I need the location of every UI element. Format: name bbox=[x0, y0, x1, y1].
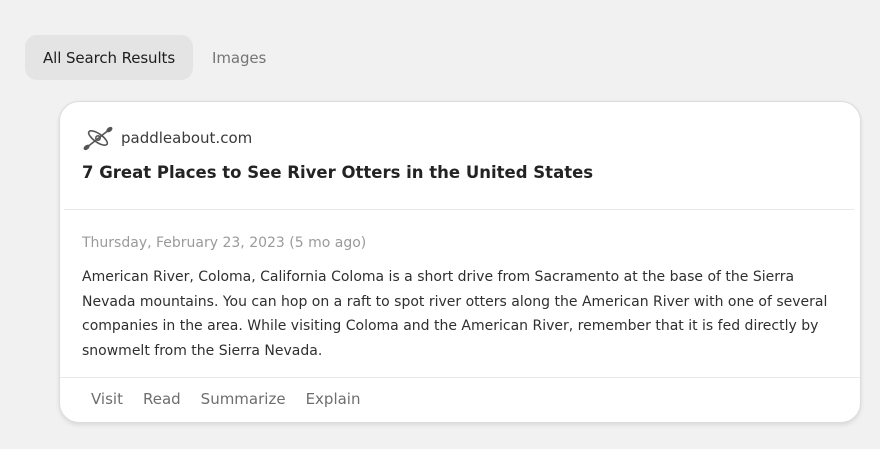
divider bbox=[60, 377, 860, 378]
divider bbox=[64, 209, 854, 210]
result-title[interactable]: 7 Great Places to See River Otters in th… bbox=[82, 163, 593, 182]
explain-button[interactable]: Explain bbox=[296, 388, 371, 410]
kayak-paddle-icon bbox=[82, 122, 114, 154]
tab-images[interactable]: Images bbox=[193, 35, 284, 80]
search-tabs: All Search Results Images bbox=[25, 35, 284, 80]
result-date: Thursday, February 23, 2023 (5 mo ago) bbox=[82, 235, 367, 251]
summarize-button[interactable]: Summarize bbox=[191, 388, 296, 410]
visit-button[interactable]: Visit bbox=[81, 388, 133, 410]
tab-all-search-results[interactable]: All Search Results bbox=[25, 35, 194, 80]
result-actions: Visit Read Summarize Explain bbox=[81, 388, 370, 410]
search-result-card: paddleabout.com 7 Great Places to See Ri… bbox=[59, 101, 861, 423]
read-button[interactable]: Read bbox=[133, 388, 191, 410]
result-snippet: American River, Coloma, California Colom… bbox=[82, 269, 828, 359]
result-domain[interactable]: paddleabout.com bbox=[121, 129, 252, 147]
result-source: paddleabout.com bbox=[82, 122, 252, 154]
